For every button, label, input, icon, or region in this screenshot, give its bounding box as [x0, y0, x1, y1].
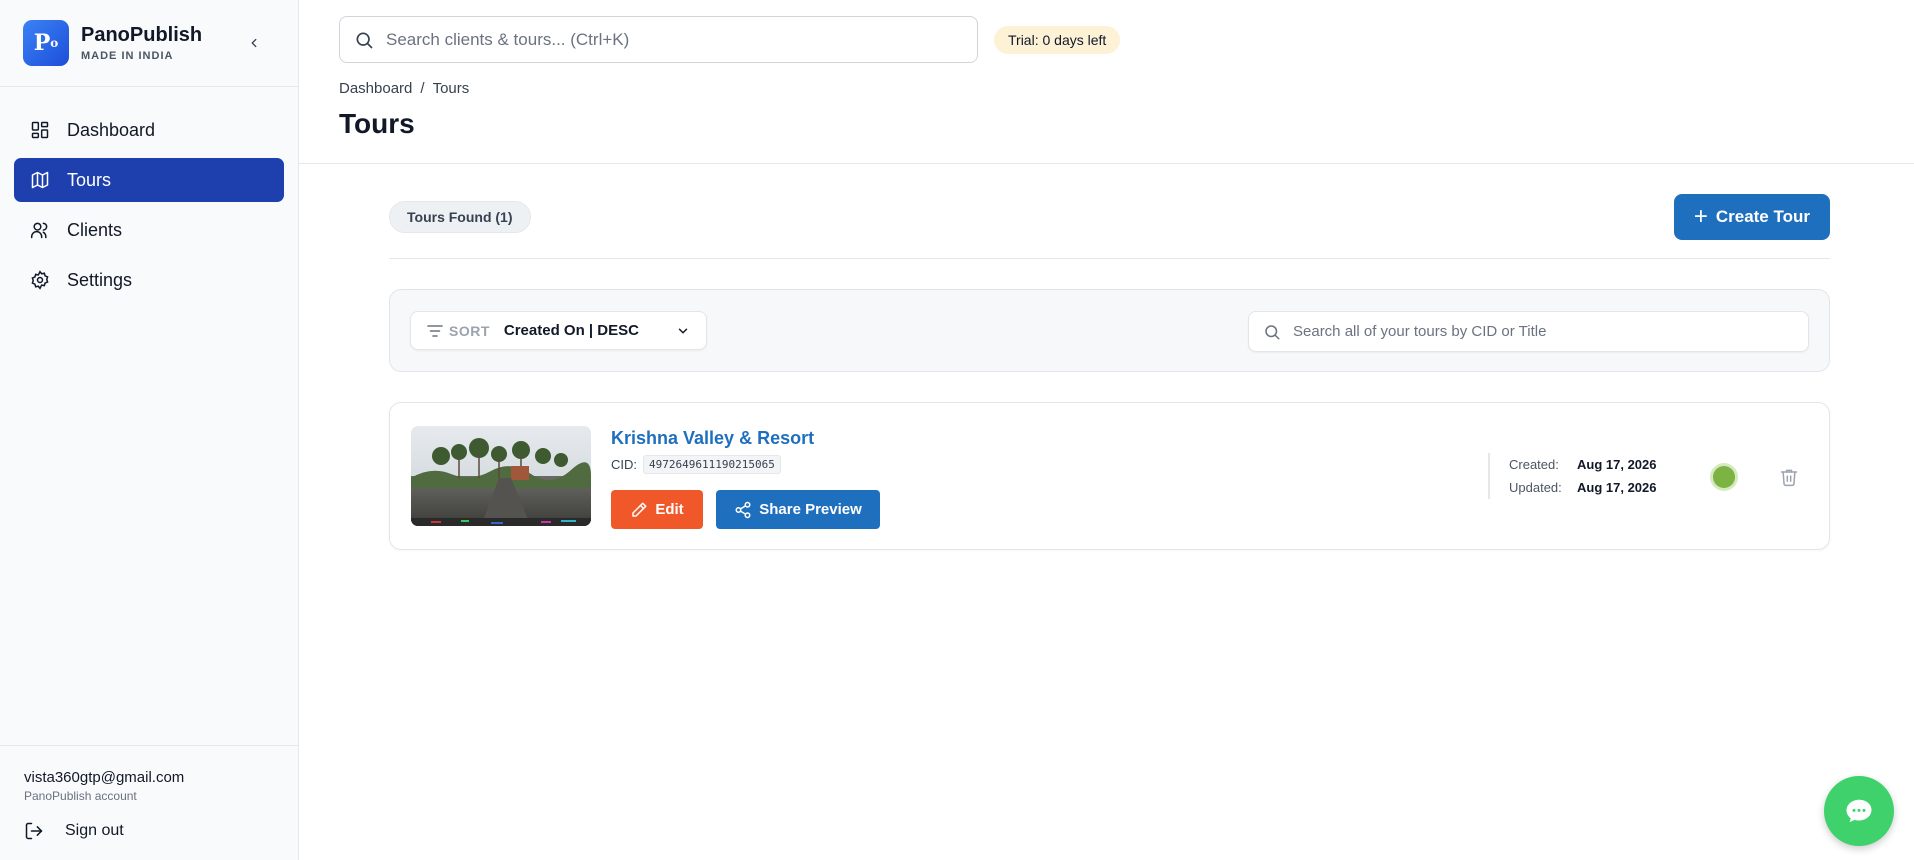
search-icon — [1263, 323, 1281, 341]
created-row: Created: Aug 17, 2026 — [1509, 453, 1657, 476]
users-icon — [30, 220, 50, 240]
brand-header: Po PanoPublish MADE IN INDIA — [0, 0, 298, 87]
edit-label: Edit — [655, 501, 684, 518]
share-preview-label: Share Preview — [759, 501, 862, 518]
brand-name: PanoPublish — [81, 24, 203, 46]
map-icon — [30, 170, 50, 190]
sidebar-item-settings[interactable]: Settings — [14, 258, 284, 302]
log-out-icon — [24, 821, 44, 841]
sort-value: Created On | DESC — [503, 322, 639, 339]
user-panel: vista360gtp@gmail.com PanoPublish accoun… — [0, 745, 299, 860]
trial-badge: Trial: 0 days left — [994, 26, 1121, 54]
sidebar-item-tours[interactable]: Tours — [14, 158, 284, 202]
global-search[interactable] — [339, 16, 978, 63]
updated-date: Aug 17, 2026 — [1577, 480, 1657, 495]
tours-count-badge: Tours Found (1) — [389, 201, 531, 233]
sign-out-button[interactable]: Sign out — [24, 821, 299, 841]
create-tour-button[interactable]: + Create Tour — [1673, 194, 1830, 240]
breadcrumb: Dashboard / Tours — [339, 80, 469, 97]
sidebar: Po PanoPublish MADE IN INDIA Dashboard T… — [0, 0, 299, 860]
delete-tour-button[interactable] — [1779, 467, 1799, 487]
status-indicator[interactable] — [1713, 466, 1735, 488]
chevron-down-icon — [676, 324, 690, 338]
page-header: Trial: 0 days left Dashboard / Tours Tours — [299, 0, 1914, 164]
tours-main: Tours Found (1) + Create Tour SORT Creat… — [389, 164, 1830, 550]
app-logo[interactable]: Po — [23, 20, 69, 66]
filter-bar: SORT Created On | DESC — [389, 289, 1830, 372]
sidebar-item-label: Clients — [67, 219, 123, 240]
updated-label: Updated: — [1509, 480, 1562, 495]
created-label: Created: — [1509, 457, 1559, 472]
sidebar-item-dashboard[interactable]: Dashboard — [14, 108, 284, 152]
share-preview-button[interactable]: Share Preview — [716, 490, 880, 529]
chevron-left-icon — [251, 38, 257, 48]
plus-icon: + — [1693, 203, 1708, 230]
user-email: vista360gtp@gmail.com — [24, 769, 185, 786]
tour-search[interactable] — [1248, 311, 1809, 352]
sidebar-item-label: Tours — [67, 169, 112, 190]
sidebar-item-clients[interactable]: Clients — [14, 208, 284, 252]
sidebar-nav: Dashboard Tours Clients Settings — [0, 108, 298, 302]
gear-icon — [30, 270, 50, 290]
panorama-image — [411, 426, 591, 526]
sign-out-label: Sign out — [65, 822, 124, 839]
tour-card: Krishna Valley & Resort CID: 49726496111… — [389, 402, 1830, 550]
updated-row: Updated: Aug 17, 2026 — [1509, 476, 1657, 499]
tour-dates: Created: Aug 17, 2026 Updated: Aug 17, 2… — [1488, 453, 1657, 499]
sort-dropdown[interactable]: SORT Created On | DESC — [410, 311, 707, 350]
brand-text: PanoPublish MADE IN INDIA — [81, 24, 202, 62]
created-date: Aug 17, 2026 — [1577, 457, 1657, 472]
dashboard-grid-icon — [30, 120, 50, 140]
edit-tour-button[interactable]: Edit — [611, 490, 703, 529]
filter-lines-icon — [427, 324, 443, 338]
breadcrumb-tours: Tours — [432, 80, 470, 97]
search-icon — [354, 30, 374, 50]
sidebar-item-label: Settings — [67, 269, 133, 290]
breadcrumb-dashboard[interactable]: Dashboard — [339, 80, 412, 97]
tour-search-input[interactable] — [1293, 323, 1793, 340]
tour-thumbnail[interactable] — [411, 426, 591, 526]
cid-value: 4972649611190215065 — [643, 455, 781, 474]
page-title: Tours — [339, 108, 415, 139]
logo-letter: P — [33, 30, 51, 56]
cid-label: CID: — [611, 457, 637, 472]
chat-icon — [1846, 799, 1872, 823]
share-icon — [734, 501, 752, 519]
chat-support-button[interactable] — [1824, 776, 1894, 846]
tour-title-link[interactable]: Krishna Valley & Resort — [611, 428, 814, 449]
global-search-input[interactable] — [386, 29, 946, 50]
create-tour-label: Create Tour — [1715, 207, 1810, 226]
tours-toolbar: Tours Found (1) + Create Tour — [389, 164, 1830, 259]
pencil-icon — [630, 501, 648, 519]
collapse-sidebar-button[interactable] — [244, 33, 264, 53]
brand-tagline: MADE IN INDIA — [81, 50, 174, 62]
logo-superscript: o — [50, 36, 59, 50]
trash-icon — [1780, 469, 1798, 487]
user-account-label: PanoPublish account — [24, 789, 137, 803]
breadcrumb-separator: / — [420, 80, 425, 97]
tour-cid: CID: 4972649611190215065 — [611, 455, 781, 474]
sort-label: SORT — [449, 322, 490, 339]
sidebar-item-label: Dashboard — [67, 119, 156, 140]
